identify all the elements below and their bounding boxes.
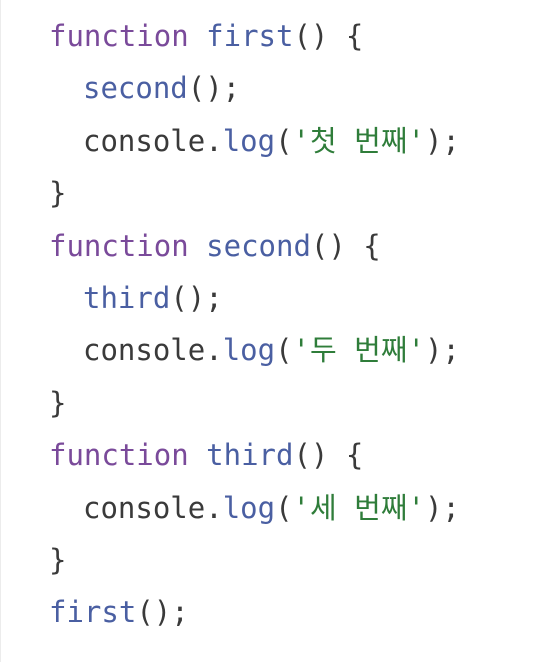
punctuation: . (205, 123, 223, 158)
code-line-2: second(); (49, 62, 460, 114)
function-name: third (206, 438, 294, 473)
function-call: first (49, 595, 137, 630)
punctuation: . (205, 490, 223, 525)
method-name: log (222, 490, 276, 525)
punctuation: () { (310, 228, 381, 263)
keyword-function: function (49, 438, 189, 473)
code-line-6: third(); (49, 272, 460, 324)
code-line-10: console.log('세 번째'); (49, 482, 460, 534)
punctuation: . (205, 333, 223, 368)
function-call: third (83, 280, 171, 315)
method-name: log (222, 123, 276, 158)
code-line-11: } (49, 534, 460, 586)
function-call: second (83, 71, 188, 106)
object-name: console (83, 490, 206, 525)
punctuation: (); (187, 71, 241, 106)
code-line-4: } (49, 167, 460, 219)
closing-brace: } (49, 542, 67, 577)
punctuation: (); (136, 595, 189, 630)
code-line-12: first(); (49, 586, 460, 638)
function-name: second (206, 228, 311, 263)
punctuation: ( (275, 490, 293, 525)
punctuation: ); (424, 490, 460, 525)
code-line-3: console.log('첫 번째'); (49, 115, 460, 167)
punctuation: ( (275, 333, 293, 368)
keyword-function: function (49, 228, 189, 263)
code-viewer: function first() {second(); console.log('… (0, 0, 550, 662)
string-literal: '첫 번째' (292, 123, 425, 158)
object-name: console (83, 123, 206, 158)
string-literal: '두 번째' (292, 333, 425, 368)
string-literal: '세 번째' (292, 490, 425, 525)
code-line-5: function second() { (49, 220, 460, 272)
closing-brace: } (49, 385, 67, 420)
code-line-9: function third() { (49, 429, 460, 481)
code-line-1: function first() { (49, 10, 460, 62)
keyword-function: function (49, 19, 189, 53)
punctuation: () { (293, 438, 364, 473)
code-line-7: console.log('두 번째'); (49, 324, 460, 376)
punctuation: ( (275, 123, 293, 158)
code-block: function first() {second(); console.log('… (49, 10, 460, 639)
function-name: first (206, 19, 294, 53)
object-name: console (83, 333, 206, 368)
punctuation: (); (170, 280, 223, 315)
code-line-8: } (49, 377, 460, 429)
punctuation: ); (424, 333, 460, 368)
method-name: log (222, 333, 276, 368)
closing-brace: } (49, 176, 67, 211)
punctuation: ); (424, 123, 460, 158)
punctuation: () { (293, 19, 364, 53)
